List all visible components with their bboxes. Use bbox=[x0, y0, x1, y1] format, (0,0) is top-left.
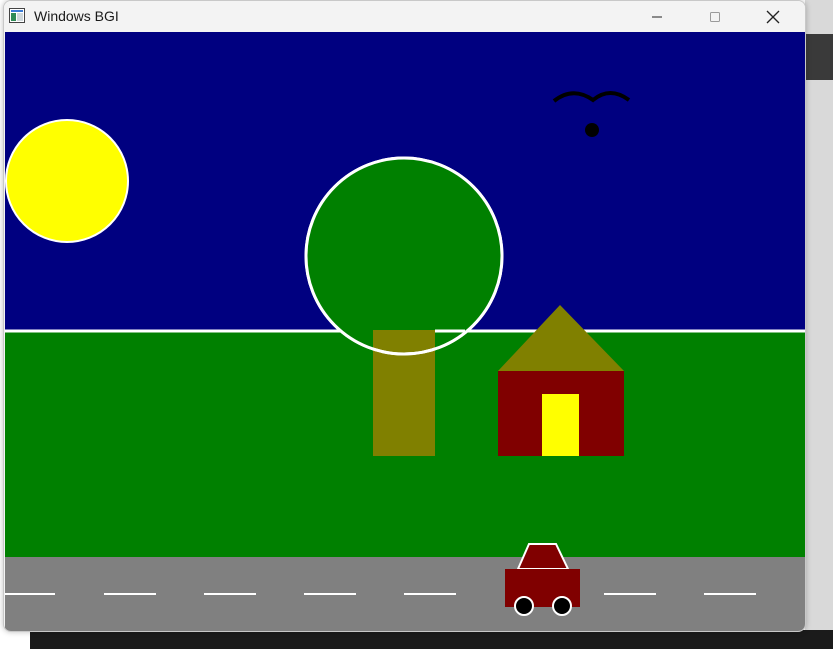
taskbar-strip bbox=[0, 630, 833, 649]
window-title: Windows BGI bbox=[34, 8, 119, 24]
title-bar[interactable]: Windows BGI bbox=[4, 1, 805, 32]
close-icon bbox=[766, 10, 780, 23]
minimize-icon bbox=[652, 16, 662, 17]
taskbar-gap bbox=[0, 630, 30, 649]
close-button[interactable] bbox=[750, 1, 796, 32]
maximize-icon bbox=[710, 11, 720, 22]
sun bbox=[5, 119, 129, 243]
tree-trunk bbox=[373, 330, 435, 456]
bgi-window: Windows BGI bbox=[3, 0, 806, 632]
window-app-icon bbox=[9, 8, 25, 23]
background-window-toolbar bbox=[805, 34, 833, 80]
house-door bbox=[542, 394, 579, 456]
car-wheel-rear bbox=[514, 596, 534, 616]
bird-body bbox=[585, 123, 599, 137]
maximize-button[interactable] bbox=[692, 1, 738, 32]
car-wheel-front bbox=[552, 596, 572, 616]
minimize-button[interactable] bbox=[634, 1, 680, 32]
background-window-edge bbox=[805, 0, 833, 649]
bgi-canvas bbox=[5, 32, 805, 631]
